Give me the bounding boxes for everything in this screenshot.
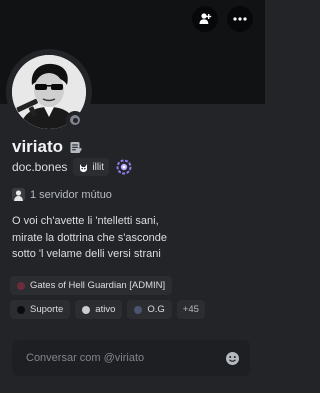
username[interactable]: doc.bones — [12, 160, 67, 174]
guild-tag-icon — [80, 163, 88, 172]
status-indicator — [66, 111, 84, 129]
role-color-dot — [17, 305, 25, 314]
avatar-container[interactable] — [6, 49, 92, 135]
role-chip[interactable]: Suporte — [10, 300, 71, 319]
role-chip[interactable]: Gates of Hell Guardian [ADMIN] — [10, 276, 173, 295]
mutual-servers-label: 1 servidor mútuo — [30, 188, 112, 201]
more-options-button[interactable] — [227, 6, 253, 32]
add-friend-icon — [199, 13, 212, 24]
role-color-dot — [134, 305, 143, 314]
role-color-dot — [17, 281, 25, 290]
note-icon[interactable] — [69, 141, 82, 154]
role-label: O.G — [147, 304, 165, 315]
more-roles-button[interactable]: +45 — [176, 300, 205, 319]
bio: O voi ch'avette li 'ntelletti sani, mira… — [12, 213, 252, 263]
role-label: ativo — [95, 304, 116, 315]
role-chip[interactable]: ativo — [75, 300, 123, 319]
message-input[interactable] — [24, 351, 208, 365]
guild-tag[interactable]: illit — [73, 158, 110, 176]
emoji-icon — [225, 351, 239, 365]
role-label: Gates of Hell Guardian [ADMIN] — [30, 280, 166, 291]
role-chip[interactable]: O.G — [127, 300, 172, 319]
guild-tag-label: illit — [92, 161, 105, 173]
server-icon — [12, 188, 25, 201]
display-name: viriato — [12, 137, 64, 156]
add-friend-button[interactable] — [192, 6, 218, 32]
role-label: Suporte — [30, 304, 64, 315]
bio-line: sotto 'l velame delli versi strani — [12, 248, 161, 260]
offline-status-icon — [70, 115, 80, 125]
display-name-row: viriato — [12, 137, 82, 157]
role-color-dot — [82, 305, 91, 314]
mutual-servers[interactable]: 1 servidor mútuo — [12, 188, 112, 201]
username-row: doc.bones illit — [12, 157, 133, 177]
more-icon — [233, 17, 247, 21]
roles-list: Gates of Hell Guardian [ADMIN] Suporte a… — [10, 276, 255, 324]
emoji-button[interactable] — [224, 350, 240, 366]
message-box[interactable] — [12, 340, 250, 376]
boost-badge-icon[interactable] — [115, 158, 133, 176]
bio-line: O voi ch'avette li 'ntelletti sani, — [12, 215, 159, 227]
bio-line: mirate la dottrina che s'asconde — [12, 231, 167, 244]
